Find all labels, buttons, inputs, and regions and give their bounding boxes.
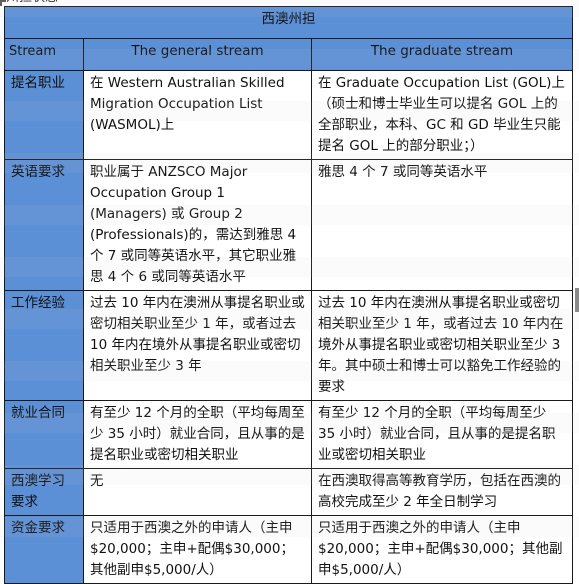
general-english: 职业属于 ANZSCO Major Occupation Group 1 (Ma… xyxy=(83,159,312,291)
general-employment-contract: 有至少 12 个月的全职（平均每周至少 35 小时）就业合同，且从事的是提名职业… xyxy=(83,400,312,469)
graduate-occupation: 在 Graduate Occupation List (GOL)上（硕士和博士毕… xyxy=(310,70,574,160)
wa-nomination-table: 西澳州担 Stream The general stream The gradu… xyxy=(3,6,574,584)
general-funds: 只适用于西澳之外的申请人（主申$20,000；主申+配偶$30,000；其他副申… xyxy=(83,515,312,584)
header-stream: Stream xyxy=(4,38,84,71)
header-general-stream: The general stream xyxy=(83,38,312,71)
general-wa-study: 无 xyxy=(83,468,312,516)
row-label-employment-contract: 就业合同 xyxy=(4,400,84,469)
table-row: 西澳学习要求 无 在西澳取得高等教育学历，包括在西澳的高校完成至少 2 年全日制… xyxy=(4,468,574,516)
row-label-english: 英语要求 xyxy=(4,159,84,291)
graduate-funds: 只适用于西澳之外的申请人（主申$20,000；主申+配偶$30,000；其他副申… xyxy=(310,515,574,584)
scrollbar-thumb[interactable] xyxy=(575,288,579,312)
table-title-row: 西澳州担 xyxy=(3,6,574,39)
table-row: 就业合同 有至少 12 个月的全职（平均每周至少 35 小时）就业合同，且从事的… xyxy=(4,400,574,469)
row-label-funds: 资金要求 xyxy=(4,515,84,584)
table-row: 英语要求 职业属于 ANZSCO Major Occupation Group … xyxy=(4,159,574,291)
table-title: 西澳州担 xyxy=(3,6,574,39)
header-graduate-stream: The graduate stream xyxy=(310,38,574,71)
table-header-row: Stream The general stream The graduate s… xyxy=(4,38,574,71)
row-label-occupation: 提名职业 xyxy=(4,70,84,160)
table-row: 提名职业 在 Western Australian Skilled Migrat… xyxy=(4,70,574,160)
table-row: 资金要求 只适用于西澳之外的申请人（主申$20,000；主申+配偶$30,000… xyxy=(4,515,574,584)
graduate-wa-study: 在西澳取得高等教育学历，包括在西澳的高校完成至少 2 年全日制学习 xyxy=(310,468,574,516)
row-label-work-experience: 工作经验 xyxy=(4,290,84,401)
general-occupation: 在 Western Australian Skilled Migration O… xyxy=(83,70,312,160)
row-label-wa-study: 西澳学习要求 xyxy=(4,468,84,516)
general-work-experience: 过去 10 年内在澳洲从事提名职业或密切相关职业至少 1 年，或者过去 10 年… xyxy=(83,290,312,401)
graduate-employment-contract: 有至少 12 个月的全职（平均每周至少 35 小时）就业合同，且从事的是提名职业… xyxy=(310,400,574,469)
graduate-work-experience: 过去 10 年内在澳洲从事提名职业或密切相关职业至少 1 年，或者过去 10 年… xyxy=(310,290,574,401)
graduate-english: 雅思 4 个 7 或同等英语水平 xyxy=(310,159,574,291)
table-row: 工作经验 过去 10 年内在澳洲从事提名职业或密切相关职业至少 1 年，或者过去… xyxy=(4,290,574,401)
